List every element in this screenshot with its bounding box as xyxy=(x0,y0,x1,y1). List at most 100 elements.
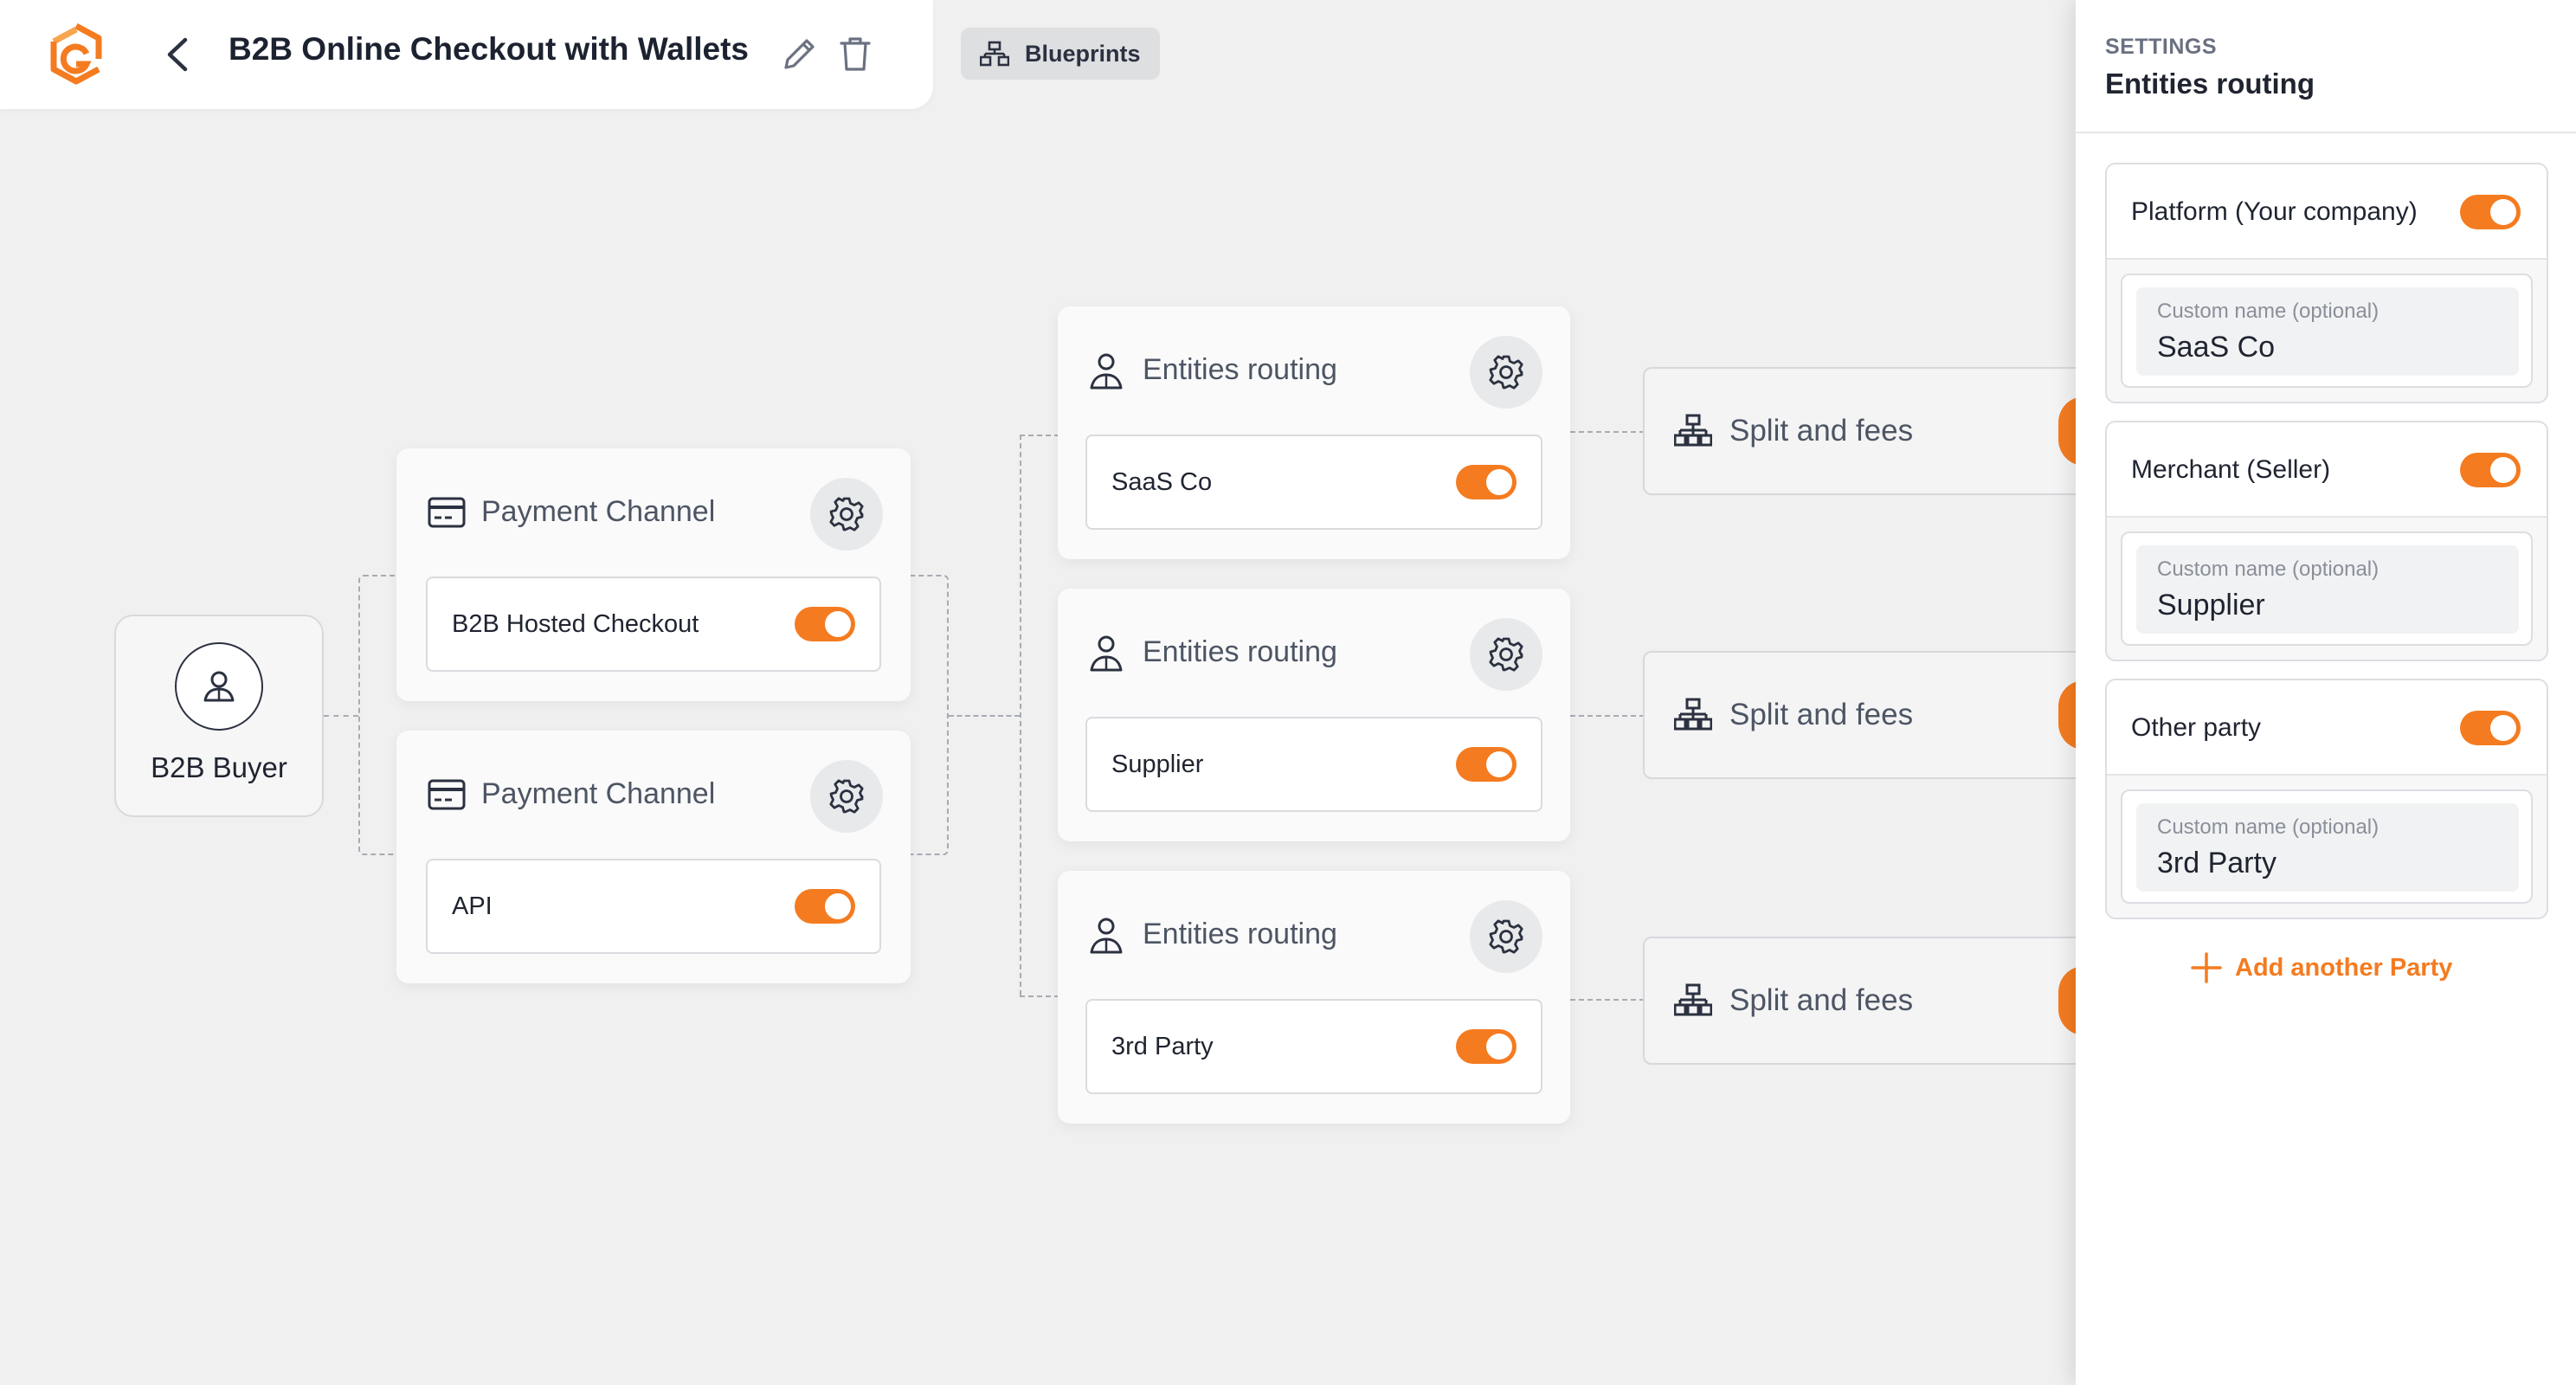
custom-name-value: 3rd Party xyxy=(2157,847,2277,879)
card-settings-button[interactable] xyxy=(810,478,883,551)
payment-channel-card[interactable]: Payment Channel B2B Hosted Checkout xyxy=(396,448,911,701)
brand-logo-icon[interactable] xyxy=(42,21,111,90)
split-fees-label: Split and fees xyxy=(1729,983,1914,1017)
split-fees-node[interactable]: Split and fees xyxy=(1643,651,2110,779)
routing-entity-toggle[interactable] xyxy=(1456,465,1517,499)
gear-icon xyxy=(829,779,864,814)
user-icon xyxy=(1089,351,1124,394)
back-button[interactable] xyxy=(161,35,196,74)
entities-routing-card[interactable]: Entities routing 3rd Party xyxy=(1058,871,1570,1124)
channel-option-label: API xyxy=(452,892,493,920)
channel-option-toggle[interactable] xyxy=(795,607,855,641)
connector-channels-routing xyxy=(949,715,1020,717)
card-title: Entities routing xyxy=(1143,353,1337,386)
split-fees-node[interactable]: Split and fees xyxy=(1643,937,2110,1065)
gear-icon xyxy=(1489,637,1523,672)
settings-panel: SETTINGS Entities routing Platform (Your… xyxy=(2076,0,2576,1385)
blueprints-button[interactable]: Blueprints xyxy=(961,28,1160,80)
gear-icon xyxy=(829,497,864,531)
connector-trunk-top xyxy=(1020,435,1059,436)
panel-title: Entities routing xyxy=(2105,68,2315,100)
party-body: Custom name (optional) Supplier xyxy=(2121,531,2533,646)
party-header: Merchant (Seller) xyxy=(2107,422,2547,518)
custom-name-field[interactable]: Custom name (optional) 3rd Party xyxy=(2136,803,2519,892)
edit-title-button[interactable] xyxy=(779,33,821,74)
blueprints-label: Blueprints xyxy=(1025,40,1141,67)
card-settings-button[interactable] xyxy=(1470,336,1542,409)
delete-button[interactable] xyxy=(834,33,876,74)
hierarchy-icon xyxy=(980,41,1009,67)
custom-name-label: Custom name (optional) xyxy=(2157,557,2380,581)
connector-routing-split-2 xyxy=(1570,715,1645,717)
routing-entity-toggle[interactable] xyxy=(1456,1029,1517,1064)
party-card-platform: Platform (Your company) Custom name (opt… xyxy=(2105,163,2548,403)
connector-buyer-channels xyxy=(324,715,358,717)
routing-entity-label: 3rd Party xyxy=(1111,1032,1214,1060)
hierarchy-icon xyxy=(1673,414,1713,453)
credit-card-icon xyxy=(428,497,466,532)
connector-routing-split-3 xyxy=(1570,999,1645,1001)
custom-name-field[interactable]: Custom name (optional) SaaS Co xyxy=(2136,287,2519,376)
card-title: Payment Channel xyxy=(481,495,716,528)
connector-routing-trunk xyxy=(1020,435,1021,995)
pencil-icon xyxy=(784,39,815,69)
card-title: Payment Channel xyxy=(481,777,716,810)
hierarchy-icon xyxy=(1673,983,1713,1022)
top-header: B2B Online Checkout with Wallets xyxy=(0,0,933,109)
channel-option-row[interactable]: B2B Hosted Checkout xyxy=(426,577,881,672)
custom-name-value: Supplier xyxy=(2157,589,2265,622)
party-card-merchant: Merchant (Seller) Custom name (optional)… xyxy=(2105,421,2548,661)
routing-entity-row[interactable]: SaaS Co xyxy=(1085,435,1542,530)
custom-name-value: SaaS Co xyxy=(2157,331,2276,364)
card-settings-button[interactable] xyxy=(1470,900,1542,973)
custom-name-field[interactable]: Custom name (optional) Supplier xyxy=(2136,545,2519,634)
party-header: Other party xyxy=(2107,680,2547,776)
gear-icon xyxy=(1489,919,1523,954)
party-name: Merchant (Seller) xyxy=(2131,455,2331,484)
channel-option-label: B2B Hosted Checkout xyxy=(452,609,699,638)
party-name: Platform (Your company) xyxy=(2131,197,2418,226)
add-party-button[interactable]: Add another Party xyxy=(2190,944,2452,992)
party-name: Other party xyxy=(2131,713,2262,742)
payment-channel-card[interactable]: Payment Channel API xyxy=(396,731,911,983)
card-title: Entities routing xyxy=(1143,918,1337,950)
user-icon xyxy=(203,671,235,702)
page-title: B2B Online Checkout with Wallets xyxy=(229,31,749,67)
gear-icon xyxy=(1489,355,1523,390)
user-icon xyxy=(1089,916,1124,958)
party-body: Custom name (optional) SaaS Co xyxy=(2121,274,2533,388)
routing-entity-toggle[interactable] xyxy=(1456,747,1517,782)
entities-routing-card[interactable]: Entities routing Supplier xyxy=(1058,589,1570,841)
card-settings-button[interactable] xyxy=(810,760,883,833)
custom-name-label: Custom name (optional) xyxy=(2157,300,2380,323)
plus-icon xyxy=(2191,952,2222,983)
party-toggle[interactable] xyxy=(2460,453,2521,487)
party-card-other: Other party Custom name (optional) 3rd P… xyxy=(2105,679,2548,919)
chevron-left-icon xyxy=(167,37,188,72)
custom-name-label: Custom name (optional) xyxy=(2157,815,2380,839)
panel-divider xyxy=(2076,132,2576,133)
buyer-node[interactable]: B2B Buyer xyxy=(114,615,324,817)
split-fees-node[interactable]: Split and fees xyxy=(1643,367,2110,495)
routing-entity-row[interactable]: 3rd Party xyxy=(1085,999,1542,1094)
party-toggle[interactable] xyxy=(2460,711,2521,745)
party-body: Custom name (optional) 3rd Party xyxy=(2121,789,2533,904)
channel-option-toggle[interactable] xyxy=(795,889,855,924)
card-settings-button[interactable] xyxy=(1470,618,1542,691)
card-title: Entities routing xyxy=(1143,635,1337,668)
split-fees-label: Split and fees xyxy=(1729,698,1914,731)
panel-kicker: SETTINGS xyxy=(2105,35,2218,59)
routing-entity-label: SaaS Co xyxy=(1111,467,1213,496)
entities-routing-card[interactable]: Entities routing SaaS Co xyxy=(1058,306,1570,559)
hierarchy-icon xyxy=(1673,698,1713,737)
routing-entity-label: Supplier xyxy=(1111,750,1204,778)
routing-entity-row[interactable]: Supplier xyxy=(1085,717,1542,812)
buyer-avatar xyxy=(175,642,263,731)
channel-option-row[interactable]: API xyxy=(426,859,881,954)
connector-routing-split-1 xyxy=(1570,431,1645,433)
credit-card-icon xyxy=(428,779,466,815)
split-fees-label: Split and fees xyxy=(1729,414,1914,448)
add-party-label: Add another Party xyxy=(2235,953,2453,982)
party-toggle[interactable] xyxy=(2460,195,2521,229)
party-header: Platform (Your company) xyxy=(2107,164,2547,260)
